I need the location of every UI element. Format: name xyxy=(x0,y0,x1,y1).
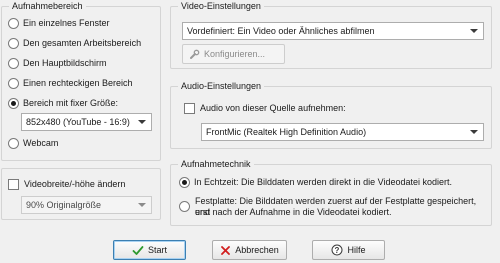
option-realtime[interactable]: In Echtzeit: Die Bilddaten werden direkt… xyxy=(179,175,452,189)
video-settings-title: Video-Einstellungen xyxy=(178,1,264,12)
resize-size-select-value: 90% Originalgröße xyxy=(26,200,102,210)
radio-rectangle[interactable] xyxy=(8,77,19,89)
audio-settings-title: Audio-Einstellungen xyxy=(178,81,265,92)
option-single-window-label: Ein einzelnes Fenster xyxy=(23,18,110,28)
video-settings-group: Video-Einstellungen Vordefiniert: Ein Vi… xyxy=(170,1,492,69)
option-webcam[interactable]: Webcam xyxy=(8,136,58,150)
help-icon: ? xyxy=(331,244,343,256)
option-fixed-size-label: Bereich mit fixer Größe: xyxy=(23,98,119,108)
cancel-button[interactable]: Abbrechen xyxy=(212,240,287,260)
resize-checkbox[interactable] xyxy=(8,178,19,190)
aufnahmebereich-group: Aufnahmebereich Ein einzelnes Fenster De… xyxy=(1,1,161,161)
option-whole-workspace-label: Den gesamten Arbeitsbereich xyxy=(23,38,142,48)
resize-size-select[interactable]: 90% Originalgröße xyxy=(21,196,152,214)
aufnahmebereich-title: Aufnahmebereich xyxy=(9,1,86,12)
audio-settings-group: Audio-Einstellungen Audio von dieser Que… xyxy=(170,81,492,149)
video-preset-select-value: Vordefiniert: Ein Video oder Ähnliches a… xyxy=(187,26,375,36)
audio-record-checkbox-row[interactable]: Audio von dieser Quelle aufnehmen: xyxy=(184,101,346,115)
fixed-size-select-value: 852x480 (YouTube - 16:9) xyxy=(26,117,130,127)
radio-harddisk[interactable] xyxy=(179,200,190,212)
audio-source-select-value: FrontMic (Realtek High Definition Audio) xyxy=(206,127,367,137)
chevron-down-icon xyxy=(470,130,478,134)
resize-group: Videobreite/-höhe ändern 90% Originalgrö… xyxy=(1,168,161,220)
chevron-down-icon xyxy=(138,120,146,124)
option-rectangle[interactable]: Einen rechteckigen Bereich xyxy=(8,76,133,90)
option-webcam-label: Webcam xyxy=(23,138,59,148)
help-button-label: Hilfe xyxy=(347,245,366,255)
start-button-label: Start xyxy=(147,245,167,255)
option-fixed-size[interactable]: Bereich mit fixer Größe: xyxy=(8,96,118,110)
option-single-window[interactable]: Ein einzelnes Fenster xyxy=(8,16,110,30)
wrench-icon xyxy=(189,49,200,60)
recording-technique-title: Aufnahmetechnik xyxy=(178,159,254,170)
option-main-screen[interactable]: Den Hauptbildschirm xyxy=(8,56,107,70)
recording-technique-group: Aufnahmetechnik In Echtzeit: Die Bilddat… xyxy=(170,159,492,226)
option-harddisk-label-line2: erst nach der Aufnahme in die Videodatei… xyxy=(195,207,392,217)
option-harddisk[interactable] xyxy=(179,199,194,213)
radio-whole-workspace[interactable] xyxy=(8,37,19,49)
configure-button-label: Konfigurieren... xyxy=(204,49,266,59)
option-rectangle-label: Einen rechteckigen Bereich xyxy=(23,78,133,88)
close-icon xyxy=(220,245,231,256)
start-button[interactable]: Start xyxy=(113,240,186,260)
option-realtime-label: In Echtzeit: Die Bilddaten werden direkt… xyxy=(194,177,452,187)
audio-record-checkbox[interactable] xyxy=(184,102,195,114)
audio-record-label: Audio von dieser Quelle aufnehmen: xyxy=(200,103,346,113)
radio-main-screen[interactable] xyxy=(8,57,19,69)
svg-text:?: ? xyxy=(335,246,340,255)
radio-webcam[interactable] xyxy=(8,137,19,149)
option-whole-workspace[interactable]: Den gesamten Arbeitsbereich xyxy=(8,36,141,50)
help-button[interactable]: ? Hilfe xyxy=(312,240,385,260)
checkmark-icon xyxy=(132,245,144,256)
chevron-down-icon xyxy=(138,203,146,207)
radio-single-window[interactable] xyxy=(8,17,19,29)
resize-checkbox-label: Videobreite/-höhe ändern xyxy=(24,179,126,189)
chevron-down-icon xyxy=(470,29,478,33)
option-main-screen-label: Den Hauptbildschirm xyxy=(23,58,107,68)
fixed-size-select[interactable]: 852x480 (YouTube - 16:9) xyxy=(21,113,152,131)
cancel-button-label: Abbrechen xyxy=(235,245,279,255)
configure-button[interactable]: Konfigurieren... xyxy=(182,44,285,64)
radio-fixed-size[interactable] xyxy=(8,97,19,109)
audio-source-select[interactable]: FrontMic (Realtek High Definition Audio) xyxy=(201,123,484,141)
resize-checkbox-row[interactable]: Videobreite/-höhe ändern xyxy=(8,177,125,191)
video-preset-select[interactable]: Vordefiniert: Ein Video oder Ähnliches a… xyxy=(182,22,484,40)
radio-realtime[interactable] xyxy=(179,176,190,188)
